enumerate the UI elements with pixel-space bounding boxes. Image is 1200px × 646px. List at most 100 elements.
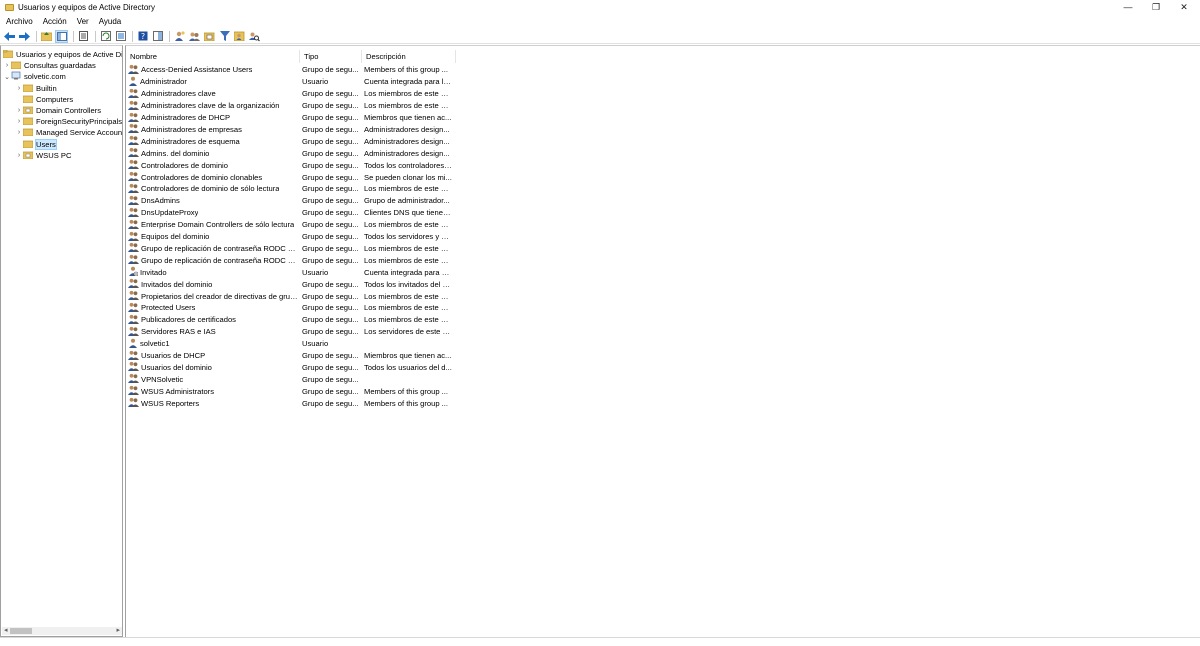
security-group-icon bbox=[128, 231, 139, 243]
list-item[interactable]: Invitados del dominio Grupo de segu... Tod… bbox=[126, 278, 452, 290]
list-item[interactable]: Controladores de dominio clonables Grupo … bbox=[126, 171, 452, 183]
list-item[interactable]: Administrador Usuario Cuenta integrada par… bbox=[126, 76, 452, 88]
maximize-button[interactable]: ❐ bbox=[1142, 0, 1170, 14]
help-icon[interactable]: ? bbox=[136, 30, 149, 43]
list-item[interactable]: Access-Denied Assistance Users Grupo de s… bbox=[126, 64, 452, 76]
details-list[interactable]: Nombre Tipo Descripción Access-Denied As… bbox=[125, 45, 1200, 637]
list-item[interactable]: Administradores clave de la organización… bbox=[126, 100, 452, 112]
security-group-icon bbox=[128, 219, 139, 231]
list-item[interactable]: Grupo de replicación de contraseña RODC … bbox=[126, 243, 452, 255]
show-tree-icon[interactable] bbox=[55, 29, 68, 43]
scroll-right-icon[interactable]: ▸ bbox=[116, 626, 120, 634]
tree-item-domain[interactable]: ⌄ solvetic.com bbox=[3, 71, 66, 82]
list-item[interactable]: Servidores RAS e IAS Grupo de segu... Los … bbox=[126, 326, 452, 338]
tree-root[interactable]: Usuarios y equipos de Active Directory bbox=[2, 49, 122, 60]
list-item[interactable]: Invitado Usuario Cuenta integrada para el.… bbox=[126, 266, 452, 278]
cell-nombre: DnsUpdateProxy bbox=[126, 207, 298, 219]
cell-descripcion: Los miembros de este gr... bbox=[364, 184, 452, 194]
chevron-right-icon[interactable]: › bbox=[3, 62, 11, 69]
list-item[interactable]: WSUS Administrators Grupo de segu... Membe… bbox=[126, 385, 452, 397]
chevron-right-icon[interactable]: › bbox=[15, 85, 23, 92]
list-item[interactable]: Administradores de DHCP Grupo de segu... M… bbox=[126, 112, 452, 124]
list-item[interactable]: Administradores de empresas Grupo de segu… bbox=[126, 124, 452, 136]
cell-descripcion: Los miembros de este gr... bbox=[364, 101, 452, 111]
new-ou-icon[interactable] bbox=[203, 30, 216, 43]
menu-ver[interactable]: Ver bbox=[72, 17, 94, 26]
chevron-right-icon[interactable]: › bbox=[15, 129, 23, 136]
find-icon[interactable] bbox=[248, 30, 261, 43]
column-header-nombre[interactable]: Nombre bbox=[126, 50, 300, 63]
list-item[interactable]: Usuarios de DHCP Grupo de segu... Miembros… bbox=[126, 350, 452, 362]
chevron-down-icon[interactable]: ⌄ bbox=[3, 73, 11, 81]
refresh-icon[interactable] bbox=[99, 30, 112, 43]
back-arrow-icon[interactable] bbox=[3, 30, 16, 43]
tree-item-foreign-security-principals[interactable]: › ForeignSecurityPrincipals bbox=[15, 116, 122, 127]
close-button[interactable]: ✕ bbox=[1170, 0, 1198, 14]
tree-item-wsus-pc[interactable]: › WSUS PC bbox=[15, 150, 72, 161]
tree-item-builtin[interactable]: › Builtin bbox=[15, 83, 57, 94]
new-group-icon[interactable] bbox=[188, 30, 201, 43]
list-item[interactable]: solvetic1 Usuario bbox=[126, 338, 452, 350]
list-item[interactable]: Grupo de replicación de contraseña RODC … bbox=[126, 254, 452, 266]
list-item[interactable]: Administradores clave Grupo de segu... Los… bbox=[126, 88, 452, 100]
list-item[interactable]: Enterprise Domain Controllers de sólo le… bbox=[126, 219, 452, 231]
minimize-button[interactable]: — bbox=[1114, 0, 1142, 14]
scroll-left-icon[interactable]: ◂ bbox=[4, 626, 8, 634]
column-header-descripcion[interactable]: Descripción bbox=[362, 50, 456, 63]
tree-item-computers[interactable]: Computers bbox=[15, 94, 73, 105]
security-group-icon bbox=[128, 397, 139, 409]
chevron-right-icon[interactable]: › bbox=[15, 152, 23, 159]
list-item[interactable]: Administradores de esquema Grupo de segu.… bbox=[126, 135, 452, 147]
cell-tipo: Grupo de segu... bbox=[302, 398, 359, 408]
horizontal-scrollbar[interactable]: ◂ ▸ bbox=[2, 627, 122, 635]
menu-ayuda[interactable]: Ayuda bbox=[94, 17, 127, 26]
cell-nombre: Usuarios de DHCP bbox=[126, 350, 298, 362]
show-help-icon[interactable] bbox=[151, 30, 164, 43]
list-item[interactable]: Publicadores de certificados Grupo de seg… bbox=[126, 314, 452, 326]
cell-nombre: DnsAdmins bbox=[126, 195, 298, 207]
filter-icon[interactable] bbox=[218, 30, 231, 43]
security-group-icon bbox=[128, 195, 139, 207]
security-group-icon bbox=[128, 147, 139, 159]
cell-nombre: Administradores de DHCP bbox=[126, 112, 298, 124]
chevron-right-icon[interactable]: › bbox=[15, 107, 23, 114]
list-item[interactable]: DnsUpdateProxy Grupo de segu... Clientes D… bbox=[126, 207, 452, 219]
cell-nombre: Invitados del dominio bbox=[126, 278, 298, 290]
list-item[interactable]: Controladores de dominio de sólo lectura… bbox=[126, 183, 452, 195]
cell-nombre: Propietarios del creador de directivas d… bbox=[126, 290, 298, 302]
export-list-icon[interactable] bbox=[114, 30, 127, 43]
tree-item-users[interactable]: Users bbox=[15, 139, 57, 150]
list-item[interactable]: WSUS Reporters Grupo de segu... Members of… bbox=[126, 397, 452, 409]
menu-accion[interactable]: Acción bbox=[38, 17, 72, 26]
add-to-group-icon[interactable] bbox=[233, 30, 246, 43]
new-user-icon[interactable] bbox=[173, 30, 186, 43]
column-header-tipo[interactable]: Tipo bbox=[300, 50, 362, 63]
tree-item-consultas-guardadas[interactable]: › Consultas guardadas bbox=[3, 60, 96, 71]
list-item[interactable]: Protected Users Grupo de segu... Los miemb… bbox=[126, 302, 452, 314]
console-tree[interactable]: Usuarios y equipos de Active Directory ›… bbox=[0, 45, 123, 637]
cell-nombre: Administradores clave bbox=[126, 88, 298, 100]
list-item[interactable]: Usuarios del dominio Grupo de segu... Todo… bbox=[126, 362, 452, 374]
list-item[interactable]: Controladores de dominio Grupo de segu...… bbox=[126, 159, 452, 171]
list-item[interactable]: VPNSolvetic Grupo de segu... bbox=[126, 373, 452, 385]
menu-archivo[interactable]: Archivo bbox=[0, 17, 38, 26]
cell-tipo: Grupo de segu... bbox=[302, 303, 359, 313]
up-folder-icon[interactable] bbox=[40, 30, 53, 43]
cell-nombre: Administradores de esquema bbox=[126, 135, 298, 147]
tree-item-managed-service-accounts[interactable]: › Managed Service Accounts bbox=[15, 127, 122, 138]
cell-tipo: Grupo de segu... bbox=[302, 101, 359, 111]
forward-arrow-icon[interactable] bbox=[18, 30, 31, 43]
list-item[interactable]: Propietarios del creador de directivas d… bbox=[126, 290, 452, 302]
chevron-right-icon[interactable]: › bbox=[15, 118, 23, 125]
cell-tipo: Grupo de segu... bbox=[302, 279, 359, 289]
tree-item-domain-controllers[interactable]: › Domain Controllers bbox=[15, 105, 101, 116]
scrollbar-thumb[interactable] bbox=[10, 628, 32, 634]
security-group-icon bbox=[128, 123, 139, 135]
security-group-icon bbox=[128, 88, 139, 100]
folder-icon bbox=[22, 117, 34, 127]
properties-icon[interactable] bbox=[77, 30, 90, 43]
cell-tipo: Grupo de segu... bbox=[302, 89, 359, 99]
list-item[interactable]: Equipos del dominio Grupo de segu... Todos… bbox=[126, 231, 452, 243]
list-item[interactable]: Admins. del dominio Grupo de segu... Admin… bbox=[126, 147, 452, 159]
list-item[interactable]: DnsAdmins Grupo de segu... Grupo de admini… bbox=[126, 195, 452, 207]
